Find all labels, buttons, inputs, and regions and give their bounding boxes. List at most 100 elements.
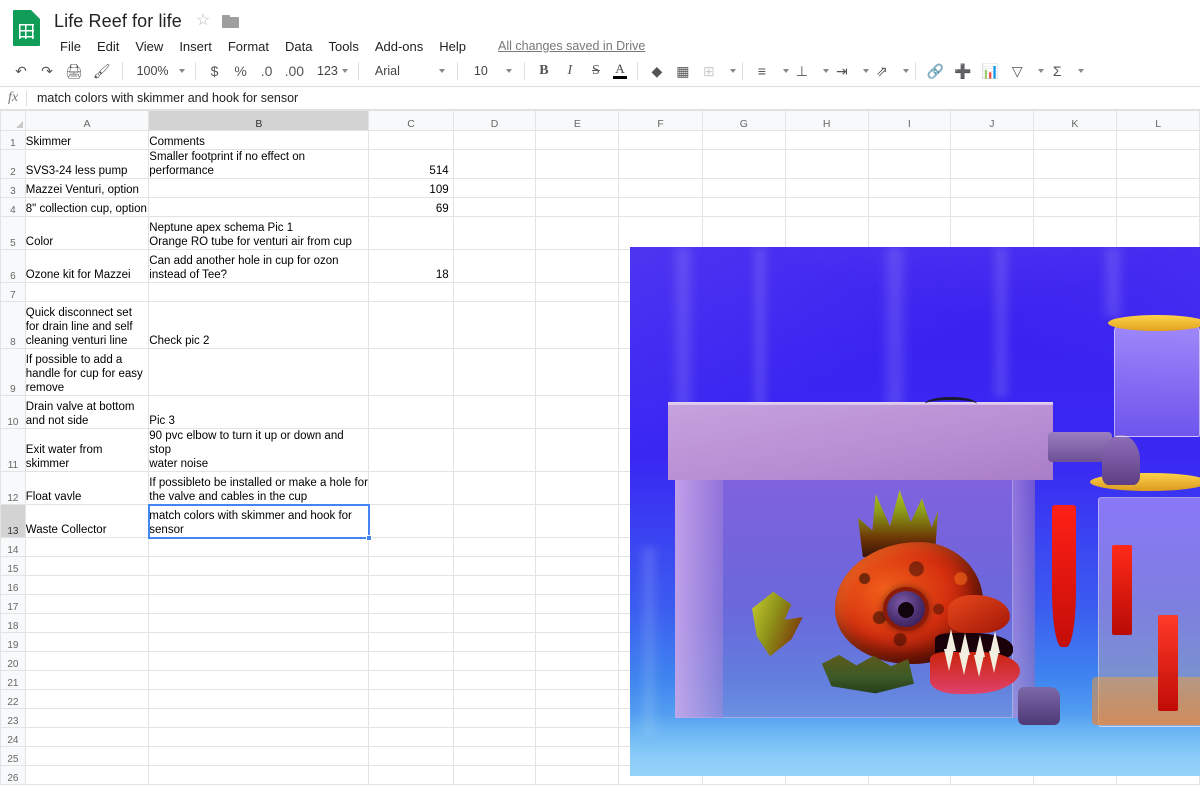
cell-a8[interactable]: Quick disconnect set for drain line and … [24, 301, 150, 349]
cell-a4[interactable]: 8" collection cup, option [24, 197, 150, 217]
cell-b5[interactable]: Neptune apex schema Pic 1 Orange RO tube… [148, 216, 370, 250]
cell-e5[interactable] [535, 216, 620, 250]
cell-d21[interactable] [452, 670, 537, 690]
cell-e2[interactable] [535, 149, 620, 179]
cell-e3[interactable] [535, 178, 620, 198]
cell-e25[interactable] [535, 746, 620, 766]
cell-j3[interactable] [950, 178, 1034, 198]
menu-edit[interactable]: Edit [89, 37, 127, 56]
cell-c7[interactable] [368, 282, 454, 302]
cell-b9[interactable] [148, 348, 370, 396]
cell-l2[interactable] [1116, 149, 1200, 179]
cell-d8[interactable] [452, 301, 537, 349]
cell-d14[interactable] [452, 537, 537, 557]
cell-d10[interactable] [452, 395, 537, 429]
cell-h1[interactable] [784, 130, 869, 150]
row-header-2[interactable]: 2 [0, 149, 26, 179]
cell-e20[interactable] [535, 651, 620, 671]
cell-a22[interactable] [24, 689, 150, 709]
cell-d15[interactable] [452, 556, 537, 576]
strikethrough-button[interactable]: S [584, 58, 608, 84]
row-header-5[interactable]: 5 [0, 216, 26, 250]
cell-e24[interactable] [535, 727, 620, 747]
cell-d25[interactable] [452, 746, 537, 766]
cell-b17[interactable] [148, 594, 370, 614]
cell-b25[interactable] [148, 746, 370, 766]
cell-e10[interactable] [535, 395, 620, 429]
cell-c11[interactable] [368, 428, 454, 472]
bold-button[interactable]: B [532, 58, 556, 84]
cell-g3[interactable] [701, 178, 786, 198]
cell-c14[interactable] [368, 537, 454, 557]
horizontal-align-icon[interactable]: ≡ [750, 58, 774, 84]
cell-c13[interactable] [368, 504, 454, 538]
row-header-26[interactable]: 26 [0, 765, 26, 785]
cell-b18[interactable] [148, 613, 370, 633]
vertical-align-icon[interactable]: ⊥ [790, 58, 814, 84]
menu-tools[interactable]: Tools [320, 37, 366, 56]
cell-f3[interactable] [618, 178, 703, 198]
cell-k3[interactable] [1032, 178, 1118, 198]
row-header-25[interactable]: 25 [0, 746, 26, 766]
cell-a5[interactable]: Color [24, 216, 150, 250]
cell-a18[interactable] [24, 613, 150, 633]
cell-b11[interactable]: 90 pvc elbow to turn it up or down and s… [148, 428, 370, 472]
cell-e6[interactable] [535, 249, 620, 283]
cell-b6[interactable]: Can add another hole in cup for ozon ins… [148, 249, 370, 283]
cell-c16[interactable] [368, 575, 454, 595]
cell-b24[interactable] [148, 727, 370, 747]
cell-e14[interactable] [535, 537, 620, 557]
cell-d23[interactable] [452, 708, 537, 728]
cell-a6[interactable]: Ozone kit for Mazzei [24, 249, 150, 283]
cell-f5[interactable] [618, 216, 703, 250]
chevron-down-icon[interactable] [862, 69, 869, 73]
cell-i1[interactable] [867, 130, 952, 150]
italic-button[interactable]: I [558, 58, 582, 84]
cell-a11[interactable]: Exit water from skimmer [24, 428, 150, 472]
cell-c27[interactable] [368, 784, 454, 785]
cell-a1[interactable]: Skimmer [24, 130, 150, 150]
cell-g4[interactable] [701, 197, 786, 217]
row-header-12[interactable]: 12 [0, 471, 26, 505]
font-size-selector[interactable]: 10 [464, 58, 518, 84]
cell-e8[interactable] [535, 301, 620, 349]
cell-d5[interactable] [452, 216, 537, 250]
insert-link-icon[interactable]: 🔗 [923, 58, 948, 84]
cell-b8[interactable]: Check pic 2 [148, 301, 370, 349]
sheets-logo[interactable] [8, 6, 44, 54]
column-header-k[interactable]: K [1032, 110, 1118, 131]
decrease-decimal-button[interactable]: .0 [255, 58, 279, 84]
text-rotation-icon[interactable]: ⇗ [870, 58, 894, 84]
cell-i2[interactable] [867, 149, 952, 179]
cell-e22[interactable] [535, 689, 620, 709]
column-header-b[interactable]: B [148, 110, 370, 131]
chevron-down-icon[interactable] [902, 69, 909, 73]
cell-c24[interactable] [368, 727, 454, 747]
cell-a15[interactable] [24, 556, 150, 576]
cell-a25[interactable] [24, 746, 150, 766]
text-color-button[interactable]: A [609, 58, 631, 84]
chevron-down-icon[interactable] [1078, 69, 1085, 73]
cell-d4[interactable] [452, 197, 537, 217]
chevron-down-icon[interactable] [729, 69, 736, 73]
increase-decimal-button[interactable]: .00 [281, 58, 308, 84]
chevron-down-icon[interactable] [1038, 69, 1045, 73]
column-header-i[interactable]: I [867, 110, 952, 131]
cell-a14[interactable] [24, 537, 150, 557]
cell-l5[interactable] [1116, 216, 1200, 250]
cell-d6[interactable] [452, 249, 537, 283]
cell-c2[interactable]: 514 [368, 149, 454, 179]
cell-i5[interactable] [867, 216, 952, 250]
cell-b27[interactable] [148, 784, 370, 785]
formula-input[interactable]: match colors with skimmer and hook for s… [27, 91, 1200, 105]
cell-f1[interactable] [618, 130, 703, 150]
cell-i27[interactable] [867, 784, 952, 785]
cell-b12[interactable]: If possibleto be installed or make a hol… [148, 471, 370, 505]
cell-d11[interactable] [452, 428, 537, 472]
cell-d16[interactable] [452, 575, 537, 595]
cell-d13[interactable] [452, 504, 537, 538]
row-header-10[interactable]: 10 [0, 395, 26, 429]
cell-e1[interactable] [535, 130, 620, 150]
cell-e4[interactable] [535, 197, 620, 217]
row-header-11[interactable]: 11 [0, 428, 26, 472]
